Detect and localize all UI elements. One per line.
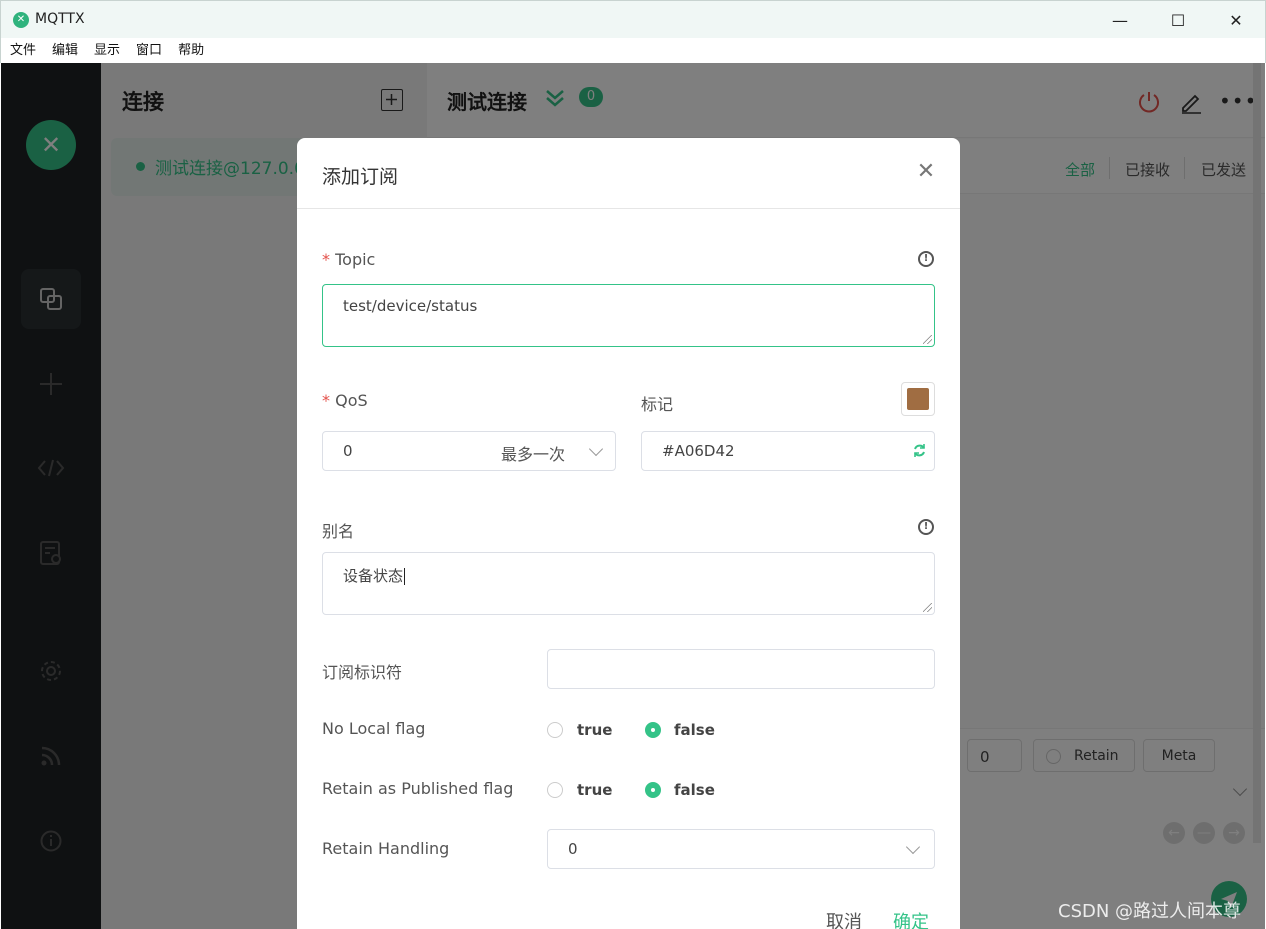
close-window-button[interactable]: ✕: [1207, 1, 1265, 39]
color-input[interactable]: #A06D42: [641, 431, 935, 471]
menu-file[interactable]: 文件: [10, 38, 36, 63]
app-body: ✕ 连接 测试连接@127.0.0: [1, 63, 1265, 929]
alias-label: 别名: [322, 522, 355, 541]
sub-id-input[interactable]: [547, 649, 935, 689]
color-picker-button[interactable]: [901, 382, 935, 416]
resize-grip-icon[interactable]: [923, 603, 932, 612]
rap-true-radio[interactable]: [547, 782, 563, 798]
alias-info-icon[interactable]: !: [918, 519, 934, 535]
chevron-down-icon: [588, 441, 604, 457]
retain-handling-select[interactable]: 0: [547, 829, 935, 869]
menu-help[interactable]: 帮助: [178, 38, 204, 63]
menu-bar: 文件 编辑 显示 窗口 帮助: [0, 38, 1266, 63]
add-subscription-dialog: 添加订阅 ✕ * Topic ! test/device/status * Qo…: [297, 138, 960, 929]
color-label: 标记: [641, 395, 674, 414]
menu-edit[interactable]: 编辑: [52, 38, 78, 63]
qos-description: 最多一次: [501, 445, 566, 464]
retain-handling-value: 0: [568, 840, 578, 858]
no-local-true-label[interactable]: true: [577, 721, 612, 739]
rap-false-label[interactable]: false: [674, 781, 715, 799]
confirm-button[interactable]: 确定: [893, 908, 929, 929]
no-local-true-radio[interactable]: [547, 722, 563, 738]
close-icon[interactable]: ✕: [914, 160, 938, 184]
topic-label: * Topic: [322, 250, 376, 269]
no-local-label: No Local flag: [322, 719, 426, 738]
watermark: CSDN @路过人间本尊: [1058, 901, 1242, 922]
rap-label: Retain as Published flag: [322, 779, 514, 798]
window-title: MQTTX: [35, 11, 85, 27]
dialog-title: 添加订阅: [322, 166, 399, 188]
cancel-button[interactable]: 取消: [826, 908, 862, 929]
resize-grip-icon[interactable]: [923, 335, 932, 344]
topic-info-icon[interactable]: !: [918, 251, 934, 267]
qos-select[interactable]: 0 最多一次: [322, 431, 616, 471]
no-local-false-label[interactable]: false: [674, 721, 715, 739]
refresh-color-icon[interactable]: [912, 443, 927, 462]
alias-value: 设备状态: [343, 567, 404, 585]
rap-false-radio[interactable]: [645, 782, 661, 798]
sub-id-label: 订阅标识符: [322, 663, 403, 682]
chevron-down-icon: [905, 839, 921, 855]
retain-handling-label: Retain Handling: [322, 839, 450, 858]
topic-input[interactable]: test/device/status: [322, 284, 935, 347]
no-local-false-radio[interactable]: [645, 722, 661, 738]
maximize-button[interactable]: ☐: [1149, 1, 1207, 39]
menu-view[interactable]: 显示: [94, 38, 120, 63]
qos-label: * QoS: [322, 391, 368, 410]
topic-value: test/device/status: [343, 297, 478, 315]
qos-value: 0: [343, 442, 353, 460]
color-swatch: [907, 388, 929, 410]
rap-true-label[interactable]: true: [577, 781, 612, 799]
app-logo-icon: ✕: [13, 12, 29, 28]
menu-window[interactable]: 窗口: [136, 38, 162, 63]
minimize-button[interactable]: —: [1091, 1, 1149, 39]
alias-input[interactable]: 设备状态: [322, 552, 935, 615]
color-value: #A06D42: [662, 442, 735, 460]
window-titlebar: ✕ MQTTX — ☐ ✕: [0, 0, 1266, 38]
